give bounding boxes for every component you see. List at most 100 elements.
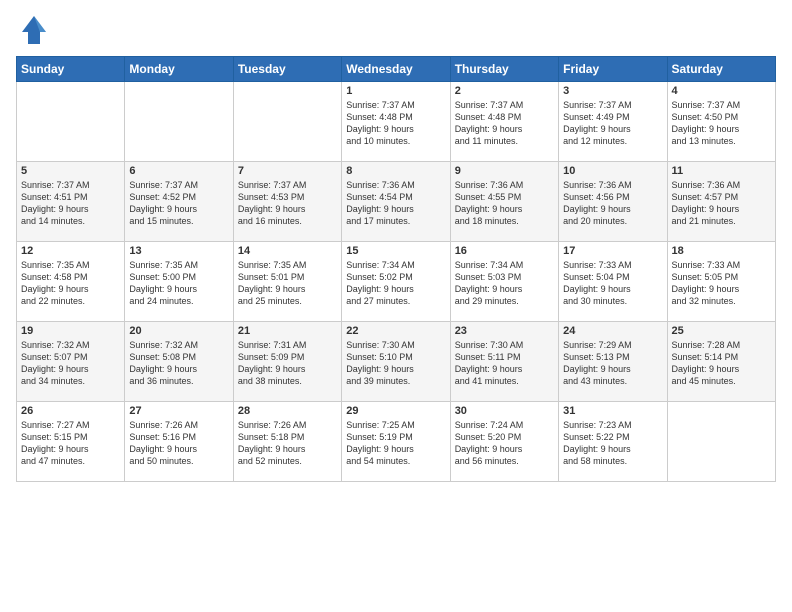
day-cell: 14 Sunrise: 7:35 AM Sunset: 5:01 PM Dayli… [233, 242, 341, 322]
weekday-header-friday: Friday [559, 57, 667, 82]
day-cell: 25 Sunrise: 7:28 AM Sunset: 5:14 PM Dayli… [667, 322, 775, 402]
day-cell: 30 Sunrise: 7:24 AM Sunset: 5:20 PM Dayli… [450, 402, 558, 482]
day-info: Sunrise: 7:36 AM Sunset: 4:57 PM Dayligh… [672, 179, 771, 228]
day-cell: 3 Sunrise: 7:37 AM Sunset: 4:49 PM Daylig… [559, 82, 667, 162]
day-info: Sunrise: 7:37 AM Sunset: 4:53 PM Dayligh… [238, 179, 337, 228]
week-row-2: 5 Sunrise: 7:37 AM Sunset: 4:51 PM Daylig… [17, 162, 776, 242]
weekday-header-saturday: Saturday [667, 57, 775, 82]
day-number: 21 [238, 325, 337, 337]
day-number: 7 [238, 165, 337, 177]
day-info: Sunrise: 7:37 AM Sunset: 4:50 PM Dayligh… [672, 99, 771, 148]
day-cell: 2 Sunrise: 7:37 AM Sunset: 4:48 PM Daylig… [450, 82, 558, 162]
day-info: Sunrise: 7:35 AM Sunset: 5:01 PM Dayligh… [238, 259, 337, 308]
day-info: Sunrise: 7:23 AM Sunset: 5:22 PM Dayligh… [563, 419, 662, 468]
day-info: Sunrise: 7:29 AM Sunset: 5:13 PM Dayligh… [563, 339, 662, 388]
day-info: Sunrise: 7:28 AM Sunset: 5:14 PM Dayligh… [672, 339, 771, 388]
day-number: 10 [563, 165, 662, 177]
day-number: 14 [238, 245, 337, 257]
day-number: 31 [563, 405, 662, 417]
day-cell: 9 Sunrise: 7:36 AM Sunset: 4:55 PM Daylig… [450, 162, 558, 242]
day-info: Sunrise: 7:26 AM Sunset: 5:18 PM Dayligh… [238, 419, 337, 468]
day-number: 1 [346, 85, 445, 97]
header [16, 12, 776, 48]
week-row-5: 26 Sunrise: 7:27 AM Sunset: 5:15 PM Dayli… [17, 402, 776, 482]
day-number: 11 [672, 165, 771, 177]
day-cell [667, 402, 775, 482]
week-row-1: 1 Sunrise: 7:37 AM Sunset: 4:48 PM Daylig… [17, 82, 776, 162]
day-info: Sunrise: 7:36 AM Sunset: 4:56 PM Dayligh… [563, 179, 662, 228]
day-number: 2 [455, 85, 554, 97]
day-info: Sunrise: 7:25 AM Sunset: 5:19 PM Dayligh… [346, 419, 445, 468]
day-number: 25 [672, 325, 771, 337]
day-cell: 6Sunrise: 7:37 AM Sunset: 4:52 PM Daylig… [125, 162, 233, 242]
day-cell: 1 Sunrise: 7:37 AM Sunset: 4:48 PM Daylig… [342, 82, 450, 162]
day-number: 23 [455, 325, 554, 337]
logo-icon [16, 12, 52, 48]
week-row-4: 19Sunrise: 7:32 AM Sunset: 5:07 PM Dayli… [17, 322, 776, 402]
day-number: 15 [346, 245, 445, 257]
day-number: 27 [129, 405, 228, 417]
day-cell: 4 Sunrise: 7:37 AM Sunset: 4:50 PM Daylig… [667, 82, 775, 162]
day-number: 17 [563, 245, 662, 257]
day-cell [233, 82, 341, 162]
day-cell: 5 Sunrise: 7:37 AM Sunset: 4:51 PM Daylig… [17, 162, 125, 242]
day-number: 18 [672, 245, 771, 257]
day-cell [125, 82, 233, 162]
day-number: 9 [455, 165, 554, 177]
page: SundayMondayTuesdayWednesdayThursdayFrid… [0, 0, 792, 612]
day-number: 13 [129, 245, 228, 257]
day-info: Sunrise: 7:35 AM Sunset: 4:58 PM Dayligh… [21, 259, 120, 308]
day-info: Sunrise: 7:35 AM Sunset: 5:00 PM Dayligh… [129, 259, 228, 308]
day-number: 5 [21, 165, 120, 177]
day-number: 22 [346, 325, 445, 337]
weekday-header-monday: Monday [125, 57, 233, 82]
day-info: Sunrise: 7:33 AM Sunset: 5:04 PM Dayligh… [563, 259, 662, 308]
day-cell: 13 Sunrise: 7:35 AM Sunset: 5:00 PM Dayli… [125, 242, 233, 322]
day-cell: 15 Sunrise: 7:34 AM Sunset: 5:02 PM Dayli… [342, 242, 450, 322]
day-number: 6 [129, 165, 228, 177]
day-number: 3 [563, 85, 662, 97]
day-cell: 17 Sunrise: 7:33 AM Sunset: 5:04 PM Dayli… [559, 242, 667, 322]
day-number: 29 [346, 405, 445, 417]
day-info: Sunrise: 7:34 AM Sunset: 5:02 PM Dayligh… [346, 259, 445, 308]
day-number: 4 [672, 85, 771, 97]
day-cell: 23 Sunrise: 7:30 AM Sunset: 5:11 PM Dayli… [450, 322, 558, 402]
day-info: Sunrise: 7:34 AM Sunset: 5:03 PM Dayligh… [455, 259, 554, 308]
day-cell: 24 Sunrise: 7:29 AM Sunset: 5:13 PM Dayli… [559, 322, 667, 402]
day-info: Sunrise: 7:33 AM Sunset: 5:05 PM Dayligh… [672, 259, 771, 308]
day-info: Sunrise: 7:37 AM Sunset: 4:51 PM Dayligh… [21, 179, 120, 228]
day-cell [17, 82, 125, 162]
day-info: Sunrise: 7:24 AM Sunset: 5:20 PM Dayligh… [455, 419, 554, 468]
day-info: Sunrise: 7:30 AM Sunset: 5:10 PM Dayligh… [346, 339, 445, 388]
weekday-header-sunday: Sunday [17, 57, 125, 82]
day-cell: 8Sunrise: 7:36 AM Sunset: 4:54 PM Daylig… [342, 162, 450, 242]
day-number: 12 [21, 245, 120, 257]
day-number: 30 [455, 405, 554, 417]
day-number: 26 [21, 405, 120, 417]
day-cell: 7 Sunrise: 7:37 AM Sunset: 4:53 PM Daylig… [233, 162, 341, 242]
week-row-3: 12 Sunrise: 7:35 AM Sunset: 4:58 PM Dayli… [17, 242, 776, 322]
logo [16, 12, 56, 48]
calendar: SundayMondayTuesdayWednesdayThursdayFrid… [16, 56, 776, 482]
day-cell: 29 Sunrise: 7:25 AM Sunset: 5:19 PM Dayli… [342, 402, 450, 482]
day-info: Sunrise: 7:37 AM Sunset: 4:48 PM Dayligh… [346, 99, 445, 148]
day-number: 24 [563, 325, 662, 337]
day-number: 20 [129, 325, 228, 337]
day-info: Sunrise: 7:30 AM Sunset: 5:11 PM Dayligh… [455, 339, 554, 388]
day-info: Sunrise: 7:27 AM Sunset: 5:15 PM Dayligh… [21, 419, 120, 468]
day-info: Sunrise: 7:37 AM Sunset: 4:49 PM Dayligh… [563, 99, 662, 148]
day-info: Sunrise: 7:31 AM Sunset: 5:09 PM Dayligh… [238, 339, 337, 388]
day-cell: 21 Sunrise: 7:31 AM Sunset: 5:09 PM Dayli… [233, 322, 341, 402]
day-cell: 20Sunrise: 7:32 AM Sunset: 5:08 PM Dayli… [125, 322, 233, 402]
day-cell: 28 Sunrise: 7:26 AM Sunset: 5:18 PM Dayli… [233, 402, 341, 482]
day-number: 8 [346, 165, 445, 177]
day-info: Sunrise: 7:36 AM Sunset: 4:55 PM Dayligh… [455, 179, 554, 228]
day-cell: 16Sunrise: 7:34 AM Sunset: 5:03 PM Dayli… [450, 242, 558, 322]
day-cell: 10 Sunrise: 7:36 AM Sunset: 4:56 PM Dayli… [559, 162, 667, 242]
day-info: Sunrise: 7:37 AM Sunset: 4:48 PM Dayligh… [455, 99, 554, 148]
day-cell: 22 Sunrise: 7:30 AM Sunset: 5:10 PM Dayli… [342, 322, 450, 402]
day-number: 28 [238, 405, 337, 417]
day-info: Sunrise: 7:26 AM Sunset: 5:16 PM Dayligh… [129, 419, 228, 468]
day-cell: 18 Sunrise: 7:33 AM Sunset: 5:05 PM Dayli… [667, 242, 775, 322]
day-info: Sunrise: 7:32 AM Sunset: 5:07 PM Dayligh… [21, 339, 120, 388]
